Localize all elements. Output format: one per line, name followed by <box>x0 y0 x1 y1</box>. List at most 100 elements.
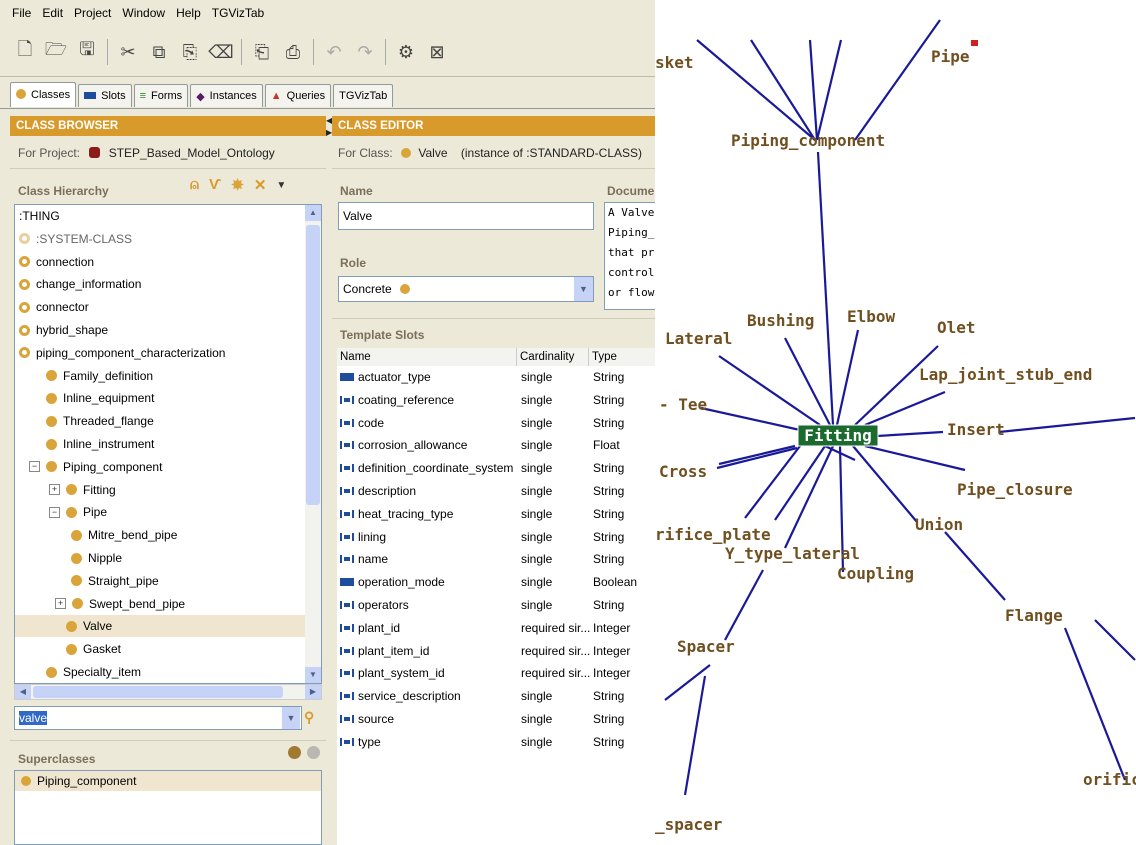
tree-item[interactable]: Straight_pipe <box>15 570 307 592</box>
documentation-field[interactable]: A Valve Piping_ that pr control or flow <box>604 202 655 310</box>
tree-item[interactable]: Inline_instrument <box>15 433 307 455</box>
slot-row[interactable]: plant_id required sir... Integer <box>337 617 655 639</box>
tree-item[interactable]: Inline_equipment <box>15 387 307 409</box>
slot-row[interactable]: plant_system_id required sir... Integer <box>337 662 655 684</box>
tree-item[interactable]: Valve <box>15 615 307 638</box>
slot-row[interactable]: type single String <box>337 731 655 753</box>
menu-edit[interactable]: Edit <box>42 6 63 20</box>
class-search-input[interactable]: valve <box>14 706 302 730</box>
create-class-icon[interactable]: ✸ <box>231 176 244 194</box>
menu-tgviztab[interactable]: TGVizTab <box>212 6 264 20</box>
graph-node-coupling[interactable]: Coupling <box>837 564 914 583</box>
new-file-icon[interactable]: 🗋 <box>14 39 36 63</box>
add-superclass-icon[interactable] <box>288 746 301 759</box>
create-subclass-icon[interactable]: Ѵ <box>209 176 221 194</box>
graph-node-union[interactable]: Union <box>915 515 963 534</box>
tgviz-graph[interactable]: sket Pipe Piping_component Bushing Elbow Olet… <box>655 0 1136 845</box>
tab-tgviztab[interactable]: TGVizTab <box>333 84 394 107</box>
menu-window[interactable]: Window <box>122 6 165 20</box>
graph-node-piping-component[interactable]: Piping_component <box>731 131 885 150</box>
tree-item[interactable]: :THING <box>15 205 307 227</box>
scroll-down-icon[interactable]: ▼ <box>305 667 321 683</box>
delete-class-icon[interactable]: ✕ <box>254 176 267 194</box>
scroll-left-icon[interactable]: ◀ <box>15 685 31 699</box>
search-dropdown-icon[interactable]: ▼ <box>282 707 300 729</box>
tree-scroll-thumb[interactable] <box>306 225 320 505</box>
save-icon[interactable]: 🖫 <box>76 39 98 63</box>
collapse-icon[interactable]: − <box>29 461 40 473</box>
tree-item[interactable]: Mitre_bend_pipe <box>15 524 307 546</box>
cut-icon[interactable]: ✂ <box>117 41 139 63</box>
tree-item[interactable]: connector <box>15 296 307 318</box>
tree-item[interactable]: change_information <box>15 273 307 295</box>
tab-classes[interactable]: Classes <box>10 82 77 107</box>
graph-node-olet[interactable]: Olet <box>937 318 976 337</box>
slot-row[interactable]: coating_reference single String <box>337 389 655 411</box>
graph-node-sket[interactable]: sket <box>655 53 694 72</box>
tree-item[interactable]: hybrid_shape <box>15 319 307 341</box>
tab-forms[interactable]: ≡ Forms <box>133 84 189 107</box>
remove-superclass-icon[interactable] <box>307 746 320 759</box>
tree-item[interactable]: − Pipe <box>15 501 307 523</box>
slot-row[interactable]: name single String <box>337 548 655 570</box>
class-name-field[interactable]: Valve <box>338 202 594 230</box>
graph-node-lateral[interactable]: Lateral <box>665 329 732 348</box>
role-select[interactable]: Concrete <box>338 276 594 302</box>
expand-icon[interactable]: + <box>49 484 60 496</box>
graph-node-rifice-plate[interactable]: rifice_plate <box>655 525 771 544</box>
role-dropdown-icon[interactable]: ▼ <box>574 277 593 301</box>
col-name[interactable]: Name <box>337 348 517 366</box>
view-instances-icon[interactable]: ⍝ <box>190 176 199 194</box>
tree-item[interactable]: − Piping_component <box>15 456 307 478</box>
menu-help[interactable]: Help <box>176 6 201 20</box>
redo-icon[interactable]: ↷ <box>354 41 376 63</box>
scroll-right-icon[interactable]: ▶ <box>305 685 321 699</box>
graph-node-lap-joint-stub-end[interactable]: Lap_joint_stub_end <box>919 365 1092 384</box>
graph-node-flange[interactable]: Flange <box>1005 606 1063 625</box>
menu-dropdown-icon[interactable]: ▼ <box>276 180 286 194</box>
splitter[interactable]: ◀ ▶ <box>326 110 332 845</box>
slot-row[interactable]: lining single String <box>337 526 655 548</box>
slot-row[interactable]: operation_mode single Boolean <box>337 571 655 593</box>
tree-item[interactable]: connection <box>15 251 307 273</box>
graph-node-tee[interactable]: - Tee <box>659 395 707 414</box>
tree-item[interactable]: piping_component_characterization <box>15 342 307 364</box>
menu-project[interactable]: Project <box>74 6 111 20</box>
clear-icon[interactable]: ⌫ <box>208 41 233 63</box>
find-icon[interactable]: ⚲ <box>304 709 314 726</box>
export-icon[interactable]: ⎙ <box>282 41 304 63</box>
col-cardinality[interactable]: Cardinality <box>517 348 589 366</box>
graph-node-insert[interactable]: Insert <box>947 420 1005 439</box>
tree-item[interactable]: Threaded_flange <box>15 410 307 432</box>
tree-item[interactable]: Family_definition <box>15 365 307 387</box>
graph-node-cross[interactable]: Cross <box>659 462 707 481</box>
graph-node--spacer[interactable]: _spacer <box>655 815 722 834</box>
tree-item[interactable]: + Swept_bend_pipe <box>15 593 307 615</box>
graph-node-elbow[interactable]: Elbow <box>847 307 896 326</box>
graph-node-pipe-closure[interactable]: Pipe_closure <box>957 480 1073 499</box>
insert-icon[interactable]: ⎗ <box>251 41 273 63</box>
tab-queries[interactable]: ▲ Queries <box>264 84 332 107</box>
menu-file[interactable]: File <box>12 6 31 20</box>
tree-item[interactable]: Gasket <box>15 638 307 660</box>
slot-row[interactable]: description single String <box>337 480 655 502</box>
tree-item[interactable]: Specialty_item <box>15 661 307 683</box>
paste-icon[interactable]: ⎘ <box>179 41 201 63</box>
tree-item[interactable]: :SYSTEM-CLASS <box>15 228 307 250</box>
tree-item[interactable]: Nipple <box>15 547 307 569</box>
undo-icon[interactable]: ↶ <box>323 41 345 63</box>
tree-item[interactable]: + Fitting <box>15 479 307 501</box>
copy-icon[interactable]: ⧉ <box>148 41 170 63</box>
tab-instances[interactable]: ◆ Instances <box>190 84 263 107</box>
scroll-up-icon[interactable]: ▲ <box>305 205 321 221</box>
slot-row[interactable]: corrosion_allowance single Float <box>337 434 655 456</box>
slot-row[interactable]: service_description single String <box>337 685 655 707</box>
close-project-icon[interactable]: ⊠ <box>426 41 448 63</box>
graph-node-pipe[interactable]: Pipe <box>931 47 970 66</box>
col-type[interactable]: Type <box>589 348 655 366</box>
slot-row[interactable]: plant_item_id required sir... Integer <box>337 640 655 662</box>
tab-slots[interactable]: Slots <box>78 84 132 107</box>
tree-vertical-scrollbar[interactable]: ▲ ▼ <box>305 205 321 683</box>
graph-node-y-type-lateral[interactable]: Y_type_lateral <box>725 544 860 563</box>
graph-node-bushing[interactable]: Bushing <box>747 311 814 330</box>
